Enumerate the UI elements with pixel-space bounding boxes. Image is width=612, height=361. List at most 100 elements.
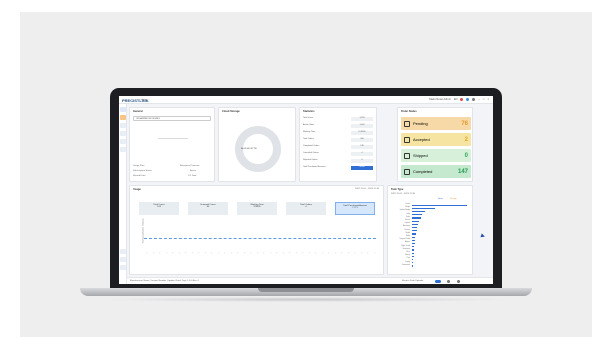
sidebar-help-icon[interactable]: [120, 249, 126, 254]
status-count: 0: [464, 152, 468, 159]
bar: [412, 217, 421, 219]
bar-label: Splint: [406, 236, 410, 237]
task-type-card: Task Type 2022-11-01 - 2023-11-30 Scan D…: [387, 185, 473, 275]
bar: [412, 236, 416, 238]
x-tick: —: [217, 251, 220, 255]
x-tick: —: [295, 251, 298, 255]
bar-label: Abutment: [403, 226, 410, 228]
organization-select[interactable]: ORGANIZATION DETAILS: [133, 116, 211, 121]
x-tick: —: [197, 251, 201, 255]
bar: [412, 220, 419, 222]
order-status-title: Order Status: [401, 110, 417, 113]
x-tick: —: [236, 251, 240, 255]
tile-total-orders: Total Orders 4: [286, 202, 326, 215]
usage-date-range[interactable]: 2022-11-01 - 2023-11-30: [355, 188, 379, 190]
x-tick: —: [256, 251, 259, 255]
breadcrumb: Home: [141, 98, 147, 101]
x-tick: —: [191, 251, 194, 255]
x-tick: —: [314, 251, 318, 255]
stat-label: Cancelled Orders: [303, 152, 319, 154]
bar: [412, 223, 418, 226]
sidebar-item-home[interactable]: [120, 107, 126, 112]
x-tick: —: [321, 251, 324, 255]
laptop-screen: PRECISTLINK Home Mario Rossi Admin EN – …: [119, 96, 493, 284]
x-tick: —: [158, 251, 162, 255]
share-button[interactable]: Share: [351, 166, 373, 170]
status-count: 2: [464, 136, 468, 143]
sidebar-item-stats[interactable]: [120, 131, 126, 136]
stat-value: 160: [351, 138, 373, 142]
sidebar-item-settings[interactable]: [120, 139, 126, 144]
sidebar-item-orders[interactable]: [120, 115, 126, 120]
usage-title: Usage: [133, 188, 141, 191]
notification-icon[interactable]: [460, 98, 464, 101]
mouse-cursor: [480, 233, 486, 239]
tile-scanned-cases: Scanned Cases 90: [188, 202, 228, 215]
storage-card: Cloud Storage 46.05 GB / 87 TB: [218, 107, 296, 182]
x-tick: —: [282, 251, 285, 255]
user-name[interactable]: Mario Rossi Admin: [429, 98, 451, 101]
x-tick: —: [243, 251, 246, 255]
stat-row: Cancelled Orders 4: [303, 152, 373, 156]
bar: [412, 230, 417, 232]
status-completed[interactable]: Completed 147: [401, 165, 471, 178]
top-bar: PRECISTLINK Home Mario Rossi Admin EN – …: [119, 96, 493, 104]
x-tick: —: [145, 251, 149, 255]
bar-label: Aligner: [405, 242, 410, 244]
stat-row: Rejected Orders 0: [303, 159, 373, 163]
laptop-shadow: [100, 297, 512, 302]
bar-label: Temporary: [402, 248, 410, 250]
x-tick: —: [152, 251, 155, 255]
status-accepted[interactable]: Accepted 2: [401, 133, 471, 146]
tile-total-purchased[interactable]: Total Purchased Amount € 771: [335, 202, 375, 215]
sidebar-info-icon[interactable]: [120, 257, 126, 262]
bar-label: Other: [406, 252, 410, 253]
tile-value: 4: [305, 206, 307, 208]
bar-label: Veneer: [404, 220, 410, 221]
restrict-uploads-toggle[interactable]: [435, 280, 441, 283]
minimize-icon[interactable]: –: [478, 98, 479, 101]
sidebar-item-work[interactable]: [120, 123, 126, 128]
bar: [412, 239, 416, 242]
status-shipped[interactable]: Shipped 0: [401, 149, 471, 162]
stat-value: 0: [351, 159, 373, 163]
stat-label: Active Users: [303, 124, 315, 126]
settings-icon[interactable]: [472, 98, 476, 101]
x-tick: —: [249, 251, 253, 255]
bar: [412, 252, 414, 254]
status-label: Completed: [413, 169, 433, 174]
x-tick: —: [210, 251, 214, 255]
footer-help-icon[interactable]: [457, 280, 460, 283]
tile-value: 90: [206, 206, 210, 208]
storage-center-label: 46.05 GB / 87 TB: [241, 148, 257, 150]
stat-label: Completed Orders: [303, 145, 320, 147]
status-label: Shipped: [413, 153, 428, 158]
check-icon: [404, 136, 410, 143]
x-tick: —: [373, 251, 376, 255]
sidebar-logout-icon[interactable]: [120, 265, 126, 270]
usage-card: Usage 2022-11-01 - 2023-11-30 Total Case…: [129, 185, 384, 275]
chat-icon[interactable]: [466, 98, 470, 101]
close-icon[interactable]: ×: [487, 98, 489, 101]
x-tick: —: [288, 251, 292, 255]
maximize-icon[interactable]: □: [483, 98, 485, 101]
x-tick: —: [360, 251, 363, 255]
bar: [412, 255, 414, 258]
x-tick: —: [366, 251, 370, 255]
x-tick: —: [165, 251, 168, 255]
stat-row: Total Purchased Services Share: [303, 166, 373, 170]
bar-label: Model: [405, 232, 410, 234]
stat-label: Total Orders: [303, 138, 314, 140]
x-tick: —: [204, 251, 207, 255]
x-tick: —: [269, 251, 272, 255]
sidebar-item-more[interactable]: [120, 147, 126, 152]
task-type-title: Task Type: [391, 188, 404, 191]
task-type-date-range[interactable]: 2022-11-01 - 2023-11-30: [391, 193, 415, 195]
tile-working-time: Working Time 12892h: [237, 202, 277, 215]
status-pending[interactable]: Pending 76: [401, 117, 471, 130]
shared-data-label: Shared Data: [133, 175, 146, 177]
x-tick: —: [353, 251, 357, 255]
footer-gear-icon[interactable]: [447, 280, 450, 283]
x-tick: —: [178, 251, 181, 255]
language-selector[interactable]: EN: [454, 98, 458, 101]
